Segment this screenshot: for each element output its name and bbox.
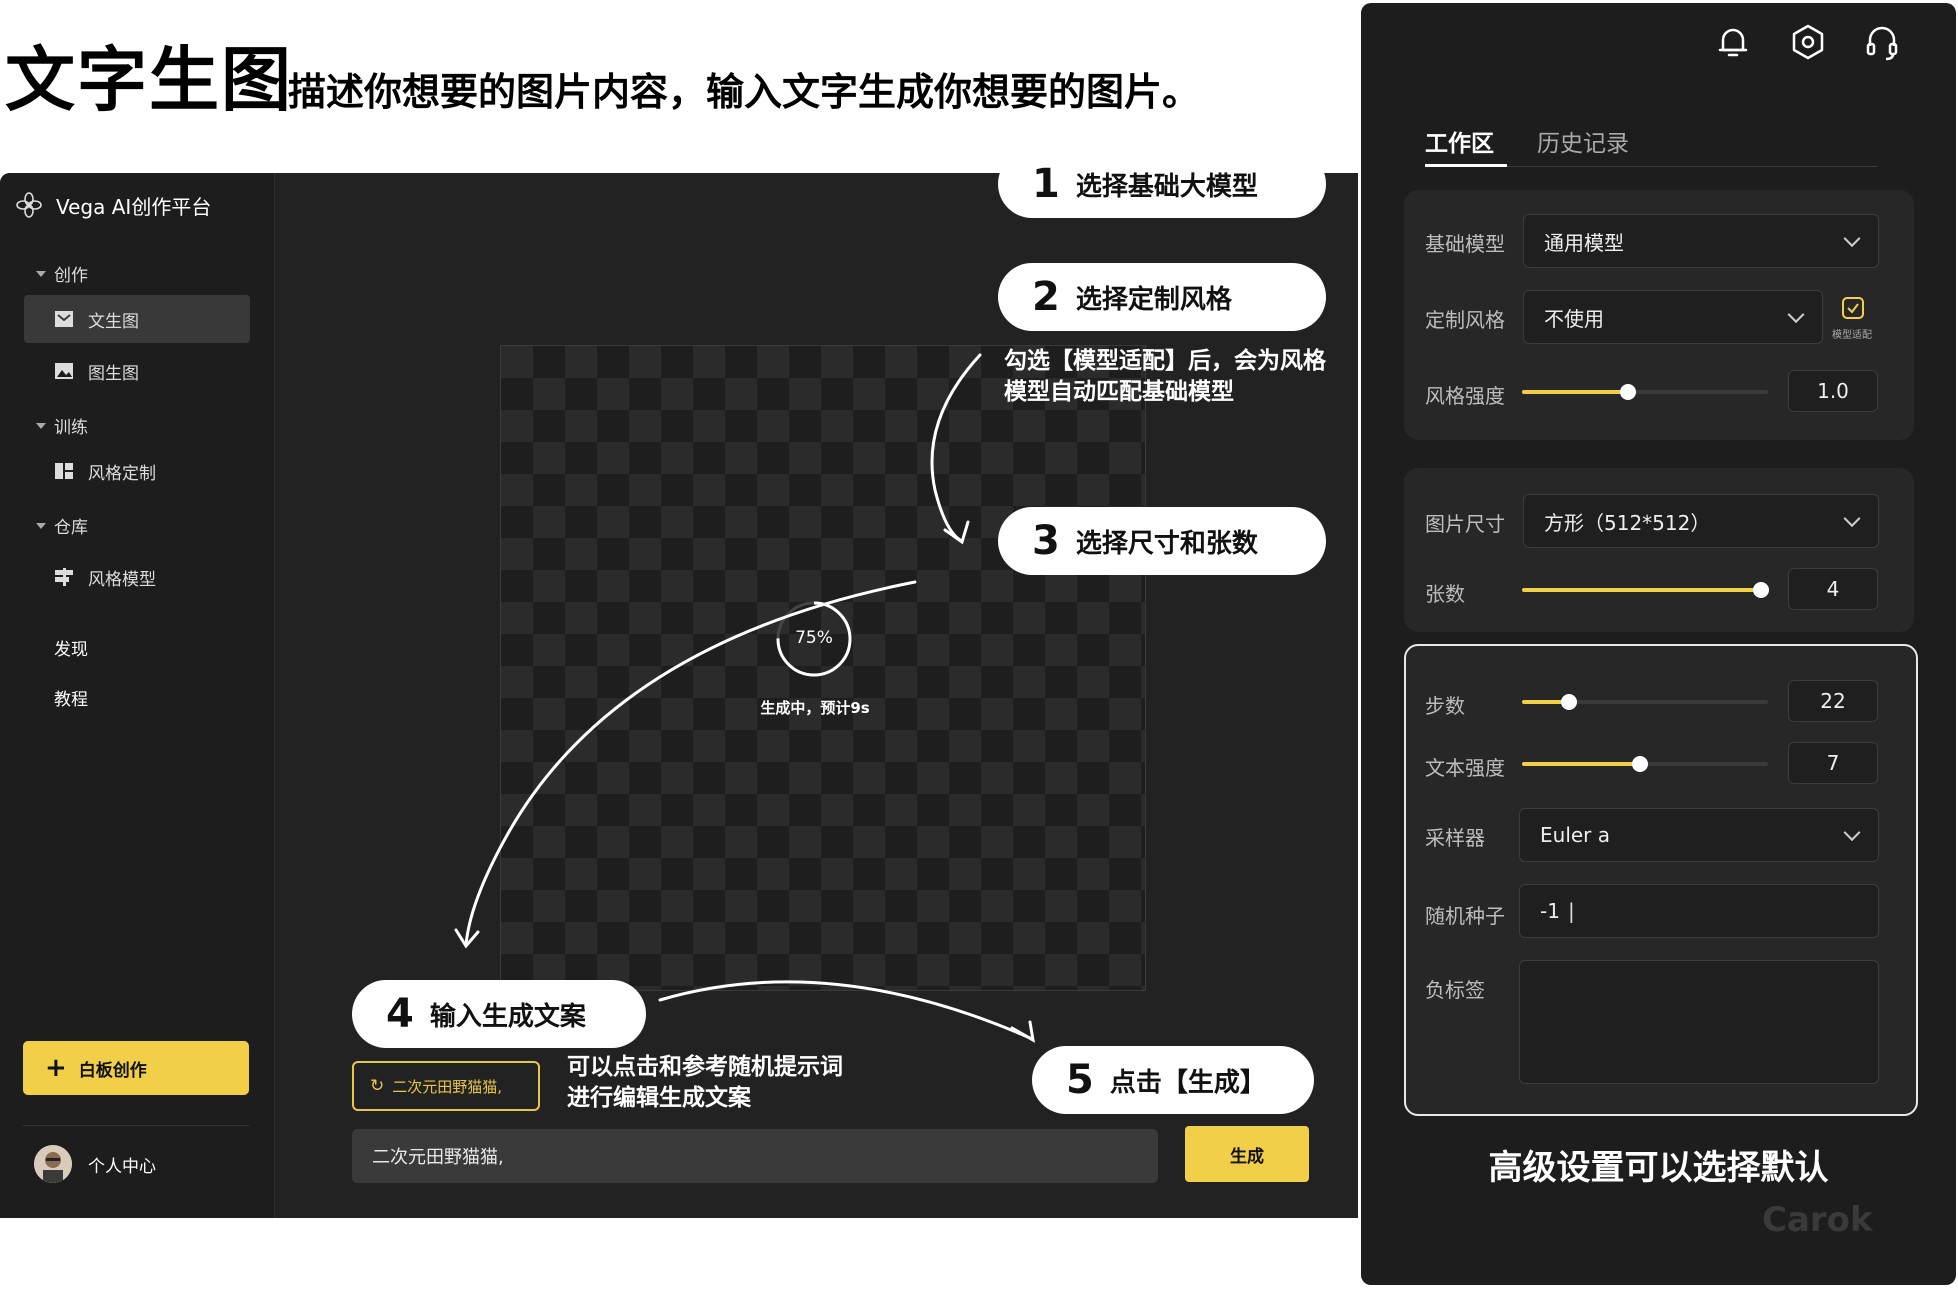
note-line: 可以点击和参考随机提示词 bbox=[567, 1054, 843, 1080]
arrow-to-generate bbox=[658, 980, 1032, 1040]
callout-number: 3 bbox=[1032, 518, 1060, 564]
annotation-arrows bbox=[454, 353, 1035, 1043]
callout-text: 点击【生成】 bbox=[1109, 1067, 1266, 1098]
callout-number: 1 bbox=[1032, 161, 1060, 207]
callout-step1: 1 选择基础大模型 bbox=[998, 150, 1326, 218]
callout-step4: 4 输入生成文案 bbox=[352, 980, 646, 1048]
note-line: 模型自动匹配基础模型 bbox=[1004, 379, 1234, 405]
callout-step2: 2 选择定制风格 bbox=[998, 263, 1326, 331]
callout-step5: 5 点击【生成】 bbox=[1032, 1046, 1314, 1114]
note-model-match: 勾选【模型适配】后，会为风格 模型自动匹配基础模型 bbox=[1004, 346, 1326, 408]
note-line: 勾选【模型适配】后，会为风格 bbox=[1004, 348, 1326, 374]
note-random-prompt: 可以点击和参考随机提示词 进行编辑生成文案 bbox=[567, 1052, 843, 1114]
callout-step3: 3 选择尺寸和张数 bbox=[998, 507, 1326, 575]
arrow-to-step3 bbox=[930, 353, 982, 542]
callout-text: 选择尺寸和张数 bbox=[1075, 528, 1258, 559]
callout-number: 5 bbox=[1066, 1057, 1094, 1103]
callout-number: 2 bbox=[1032, 274, 1060, 320]
callout-text: 输入生成文案 bbox=[429, 1001, 586, 1032]
callout-text: 选择定制风格 bbox=[1075, 284, 1232, 315]
callout-text: 选择基础大模型 bbox=[1075, 171, 1258, 202]
note-line: 进行编辑生成文案 bbox=[567, 1085, 751, 1111]
arrowhead-generate bbox=[1010, 1020, 1035, 1043]
arrow-to-prompt bbox=[464, 580, 917, 947]
callout-number: 4 bbox=[386, 991, 414, 1037]
